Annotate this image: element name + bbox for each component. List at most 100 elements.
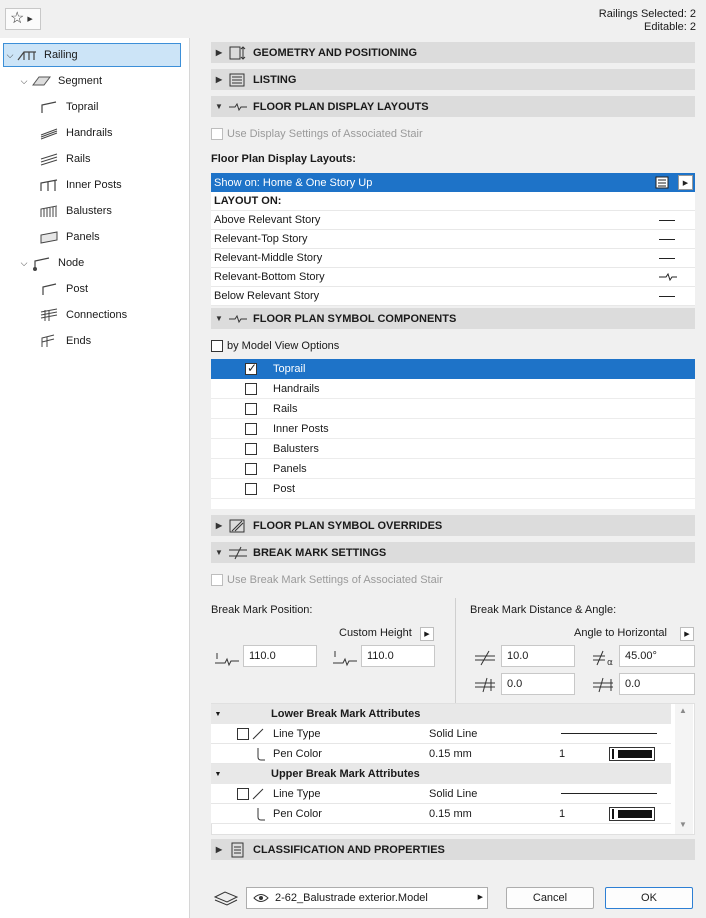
story-label: Above Relevant Story: [214, 214, 321, 226]
tree-item-balusters[interactable]: Balusters: [38, 199, 112, 223]
story-row[interactable]: Relevant-Middle Story: [211, 249, 695, 268]
component-label: Toprail: [273, 363, 306, 375]
tree-item-inner-posts[interactable]: Inner Posts: [38, 173, 122, 197]
component-label: Balusters: [273, 442, 319, 455]
use-break-mark-settings-checkbox[interactable]: Use Break Mark Settings of Associated St…: [211, 574, 443, 586]
story-label: Relevant-Middle Story: [214, 252, 323, 264]
upper-pen-color-row[interactable]: Pen Color 0.15 mm 1: [211, 804, 671, 824]
layers-icon[interactable]: [213, 889, 239, 907]
checkbox[interactable]: [245, 361, 257, 375]
selection-info: Railings Selected: 2 Editable: 2: [599, 8, 696, 34]
component-row-inner-posts[interactable]: Inner Posts: [211, 419, 695, 439]
tree-item-label: Railing: [44, 49, 78, 61]
section-break-mark-settings[interactable]: ▼ BREAK MARK SETTINGS: [211, 542, 695, 563]
distance-bottom-icon: [593, 677, 613, 693]
angle-input[interactable]: 45.00°: [619, 645, 695, 667]
use-display-settings-checkbox[interactable]: Use Display Settings of Associated Stair: [211, 128, 423, 140]
eye-icon: [253, 894, 269, 902]
tree-item-label: Node: [58, 257, 85, 269]
checkbox[interactable]: [211, 128, 223, 140]
chevron-right-icon[interactable]: ▶: [678, 175, 693, 190]
tree-item-label: Panels: [66, 231, 100, 243]
pen-number: 1: [559, 747, 566, 760]
view-selector[interactable]: 2-62_Balustrade exterior.Model ▶: [246, 887, 488, 909]
ok-button[interactable]: OK: [605, 887, 693, 909]
checkbox[interactable]: [245, 402, 257, 415]
chevron-down-icon: ⌵: [20, 75, 28, 86]
by-model-view-options-checkbox[interactable]: by Model View Options: [211, 340, 339, 352]
tree-item-rails[interactable]: Rails: [38, 147, 90, 171]
chevron-right-icon: ▶: [215, 75, 223, 84]
section-listing[interactable]: ▶ LISTING: [211, 69, 695, 90]
lower-line-type-row[interactable]: Line Type Solid Line: [211, 724, 671, 744]
lower-attributes-title: Lower Break Mark Attributes: [271, 708, 421, 720]
checkbox[interactable]: [245, 442, 257, 455]
component-row-balusters[interactable]: Balusters: [211, 439, 695, 459]
component-row-toprail[interactable]: Toprail: [211, 359, 695, 379]
railings-selected-count: Railings Selected: 2: [598, 8, 696, 20]
component-row-panels[interactable]: Panels: [211, 459, 695, 479]
story-row[interactable]: Above Relevant Story: [211, 211, 695, 230]
tree-item-panels[interactable]: Panels: [38, 225, 100, 249]
checkbox[interactable]: [245, 422, 257, 435]
scroll-up-icon[interactable]: ▲: [679, 706, 687, 715]
section-title: LISTING: [253, 73, 297, 86]
chevron-down-icon: ▼: [215, 102, 223, 111]
section-floor-plan-symbol-components[interactable]: ▼ FLOOR PLAN SYMBOL COMPONENTS: [211, 308, 695, 329]
pen-color-label: Pen Color: [273, 807, 322, 820]
tree-item-connections[interactable]: Connections: [38, 303, 127, 327]
lower-pen-color-row[interactable]: Pen Color 0.15 mm 1: [211, 744, 671, 764]
position-low-input[interactable]: 110.0: [243, 645, 317, 667]
checkbox[interactable]: [245, 462, 257, 475]
angle-menu-button[interactable]: ▶: [680, 627, 694, 641]
custom-height-menu-button[interactable]: ▶: [420, 627, 434, 641]
position-high-input[interactable]: 110.0: [361, 645, 435, 667]
upper-line-type-row[interactable]: Line Type Solid Line: [211, 784, 671, 804]
story-label: Relevant-Bottom Story: [214, 271, 325, 283]
checkbox[interactable]: [211, 574, 223, 586]
pen-color-swatch[interactable]: [609, 746, 655, 761]
favorites-button[interactable]: ☆ ▶: [5, 8, 41, 30]
lower-attributes-header[interactable]: ▼ Lower Break Mark Attributes: [211, 704, 671, 724]
solid-line-preview: [561, 733, 657, 734]
show-on-selector[interactable]: Show on: Home & One Story Up ▶: [211, 173, 695, 192]
checkbox[interactable]: [237, 787, 249, 800]
component-row-rails[interactable]: Rails: [211, 399, 695, 419]
tree-item-railing[interactable]: ⌵ Railing: [3, 43, 181, 67]
section-classification-and-properties[interactable]: ▶ CLASSIFICATION AND PROPERTIES: [211, 839, 695, 860]
distance-bottom-input[interactable]: 0.0: [619, 673, 695, 695]
settings-panel: ▶ GEOMETRY AND POSITIONING ▶ LISTING ▼ F…: [203, 38, 703, 918]
story-row[interactable]: Below Relevant Story: [211, 287, 695, 306]
component-row-post[interactable]: Post: [211, 479, 695, 499]
tree-item-toprail[interactable]: Toprail: [38, 95, 98, 119]
tree-item-ends[interactable]: Ends: [38, 329, 91, 353]
chevron-right-icon: ▶: [215, 521, 223, 530]
distance-top-input[interactable]: 0.0: [501, 673, 575, 695]
checkbox[interactable]: [245, 482, 257, 495]
checkbox[interactable]: [211, 340, 223, 352]
distance-input[interactable]: 10.0: [501, 645, 575, 667]
attributes-scrollbar[interactable]: ▲ ▼: [675, 704, 693, 834]
tree-item-segment[interactable]: ⌵ Segment: [18, 69, 102, 93]
section-floor-plan-symbol-overrides[interactable]: ▶ FLOOR PLAN SYMBOL OVERRIDES: [211, 515, 695, 536]
checkbox[interactable]: [237, 727, 249, 740]
chevron-down-icon: ▼: [214, 770, 222, 778]
tree-item-handrails[interactable]: Handrails: [38, 121, 112, 145]
chevron-down-icon: ▼: [215, 548, 223, 557]
chevron-right-icon: ▶: [684, 631, 690, 638]
section-floor-plan-display-layouts[interactable]: ▼ FLOOR PLAN DISPLAY LAYOUTS: [211, 96, 695, 117]
component-row-handrails[interactable]: Handrails: [211, 379, 695, 399]
checkbox[interactable]: [245, 382, 257, 395]
pen-color-swatch[interactable]: [609, 806, 655, 821]
section-title: GEOMETRY AND POSITIONING: [253, 46, 417, 59]
section-geometry-and-positioning[interactable]: ▶ GEOMETRY AND POSITIONING: [211, 42, 695, 63]
story-row[interactable]: Relevant-Top Story: [211, 230, 695, 249]
tree-item-post[interactable]: Post: [38, 277, 88, 301]
solid-line-preview: [561, 793, 657, 794]
cancel-button[interactable]: Cancel: [506, 887, 594, 909]
upper-attributes-header[interactable]: ▼ Upper Break Mark Attributes: [211, 764, 671, 784]
story-row[interactable]: Relevant-Bottom Story: [211, 268, 695, 287]
chevron-right-icon: ▶: [477, 894, 483, 901]
tree-item-node[interactable]: ⌵ Node: [18, 251, 84, 275]
scroll-down-icon[interactable]: ▼: [679, 820, 687, 829]
